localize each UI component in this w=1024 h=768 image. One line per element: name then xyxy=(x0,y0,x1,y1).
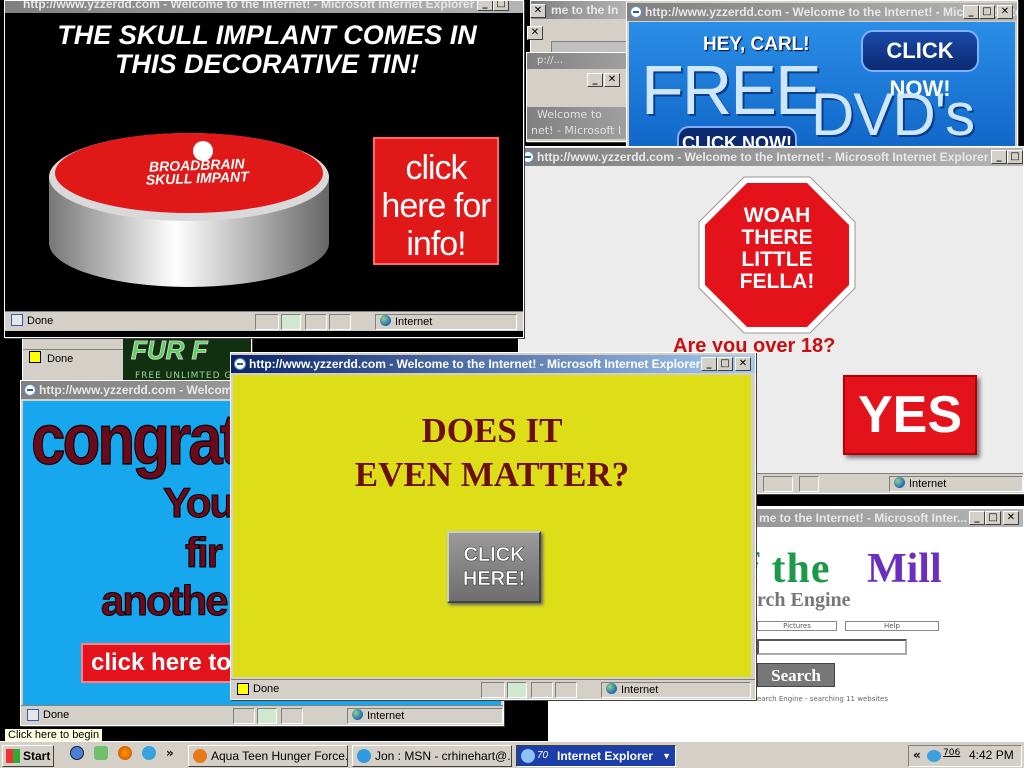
maximize-button[interactable]: □ xyxy=(717,357,733,371)
popup-free-dvds: http://www.yzzerdd.com - Welcome to the … xyxy=(626,0,1018,150)
tab-pictures[interactable]: Pictures xyxy=(757,621,837,631)
security-icon xyxy=(507,682,527,698)
close-button[interactable]: ✕ xyxy=(735,357,751,371)
dvd-ad[interactable]: HEY, CARL! CLICK NOW! FREE DVD's CLICK N… xyxy=(629,22,1015,149)
close-button[interactable]: ✕ xyxy=(997,5,1013,19)
msn-icon xyxy=(357,749,371,763)
maximize-button[interactable]: □ xyxy=(985,511,1001,525)
search-footer: earch Engine - searching 11 websites xyxy=(757,695,888,703)
matter-ad: DOES IT EVEN MATTER? CLICK HERE! xyxy=(233,375,751,677)
status-bar: Done Internet xyxy=(5,311,523,331)
click-here-button[interactable]: CLICK HERE! xyxy=(447,531,541,603)
minimize-button[interactable]: _ xyxy=(969,511,985,525)
task-aqua-teen[interactable]: Aqua Teen Hunger Force... xyxy=(188,745,348,767)
status-bar: Done Internet xyxy=(21,705,503,725)
minimize-button[interactable]: _ xyxy=(587,73,603,87)
maximize-button[interactable]: □ xyxy=(493,1,509,11)
click-now-button[interactable]: CLICK NOW! xyxy=(861,30,979,101)
congrats-line2: You xyxy=(162,479,235,527)
task-internet-explorer[interactable]: 70 Internet Explorer ▼ xyxy=(516,745,676,767)
title-bar: http://www.yzzerdd.com - Welcome to the … xyxy=(5,1,523,13)
start-tooltip: Click here to begin xyxy=(4,728,104,742)
warning-icon xyxy=(237,683,249,695)
skull-headline: THE SKULL IMPLANT COMES IN THIS DECORATI… xyxy=(57,20,477,79)
skull-ad[interactable]: THE SKULL IMPLANT COMES IN THIS DECORATI… xyxy=(7,13,519,313)
search-logo-part1: f the xyxy=(745,546,831,592)
media-quicklaunch-icon[interactable] xyxy=(94,746,108,760)
close-button[interactable]: ✕ xyxy=(1003,511,1019,525)
ie-icon xyxy=(234,358,246,370)
banner-text: FUR F xyxy=(131,335,209,366)
tray-badge[interactable]: 706 xyxy=(943,748,960,758)
ie-page-icon xyxy=(11,314,23,326)
search-logo-part2: Mill xyxy=(867,546,942,592)
ie-icon xyxy=(630,6,642,18)
windows-logo-icon xyxy=(6,749,20,763)
maximize-button[interactable]: □ xyxy=(1007,150,1023,164)
tab-help[interactable]: Help xyxy=(845,621,939,631)
stop-sign-text: WOAH THERE LITTLE FELLA! xyxy=(739,204,815,293)
matter-headline: DOES IT EVEN MATTER? xyxy=(354,411,630,494)
title-bar: http://www.yzzerdd.com - Welcome to the … xyxy=(231,355,755,373)
title-bar: http://www.yzzerdd.com - Welcome to the … xyxy=(519,148,1023,166)
task-msn[interactable]: Jon : MSN - crhinehart@... xyxy=(352,745,512,767)
security-icon xyxy=(257,708,277,724)
minimize-button[interactable]: _ xyxy=(963,5,979,19)
minimize-button[interactable]: _ xyxy=(701,357,717,371)
globe-icon xyxy=(352,709,363,720)
system-tray: « 706 4:42 PM xyxy=(908,745,1022,767)
info-button[interactable]: click here for info! xyxy=(373,137,499,265)
firefox-quicklaunch-icon[interactable] xyxy=(118,746,132,760)
ie-page-icon xyxy=(27,709,39,721)
maximize-button[interactable]: □ xyxy=(979,5,995,19)
globe-icon xyxy=(380,315,391,326)
search-input[interactable] xyxy=(757,639,907,655)
search-button[interactable]: Search xyxy=(757,663,835,687)
msn-tray-icon[interactable] xyxy=(927,750,941,762)
firefox-icon xyxy=(193,749,207,763)
close-button-bg[interactable]: ✕ xyxy=(530,4,546,18)
chevron-down-icon: ▼ xyxy=(662,751,671,761)
congrats-line1: congrat xyxy=(30,401,240,481)
ie-icon xyxy=(521,749,535,763)
globe-icon xyxy=(606,683,617,694)
security-icon xyxy=(281,314,301,330)
minimize-button[interactable]: _ xyxy=(991,150,1007,164)
start-button[interactable]: Start xyxy=(2,745,54,767)
congrats-line4: anothe xyxy=(101,577,230,625)
dvds-text: DVD's xyxy=(811,81,975,148)
close-button-bg-2[interactable]: ✕ xyxy=(527,26,543,40)
clock[interactable]: 4:42 PM xyxy=(969,748,1014,762)
globe-icon xyxy=(894,477,905,488)
title-bar: http://www.yzzerdd.com - Welcome to the … xyxy=(627,3,1017,21)
skull-tin-image xyxy=(49,133,329,287)
tray-expand-button[interactable]: « xyxy=(913,748,921,762)
close-button[interactable]: ✕ xyxy=(604,73,620,87)
congrats-line3: fir xyxy=(185,529,224,577)
minimize-button[interactable]: _ xyxy=(477,1,493,11)
popup-skull-implant: http://www.yzzerdd.com - Welcome to the … xyxy=(4,0,524,338)
msn-quicklaunch-icon[interactable] xyxy=(142,746,156,760)
popup-does-it-matter: http://www.yzzerdd.com - Welcome to the … xyxy=(230,352,756,700)
search-subtitle: rch Engine xyxy=(757,589,851,611)
warning-icon xyxy=(29,351,41,363)
ie-quicklaunch-icon[interactable] xyxy=(70,746,84,760)
yes-button[interactable]: YES xyxy=(843,375,977,455)
status-bar: Done Internet xyxy=(231,679,755,699)
bg-popup-fragment-2: p://... Welcome to net! - Microsoft I _ … xyxy=(526,52,628,142)
quicklaunch-more[interactable]: » xyxy=(166,746,174,760)
taskbar: Start » Aqua Teen Hunger Force... Jon : … xyxy=(0,741,1024,768)
ie-icon xyxy=(24,384,36,396)
free-text: FREE xyxy=(641,51,822,129)
